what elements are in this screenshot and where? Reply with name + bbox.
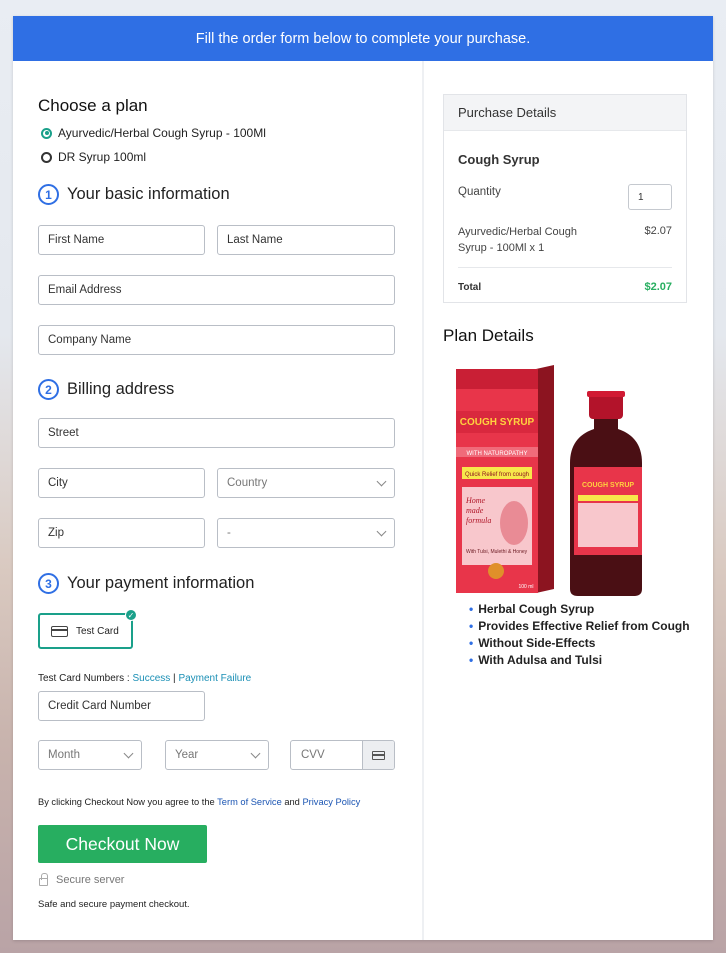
line-item-line-2: Syrup - 100Ml x 1 <box>458 242 545 254</box>
step-number: 2 <box>38 379 59 400</box>
box-relief-text: Quick Relief from cough <box>465 472 529 478</box>
state-select-value: - <box>227 527 231 539</box>
line-item-price: $2.07 <box>644 225 672 237</box>
checkout-button[interactable]: Checkout Now <box>38 825 207 863</box>
total-value: $2.07 <box>644 281 672 293</box>
year-select-value: Year <box>175 749 199 761</box>
secure-checkout-note: Safe and secure payment checkout. <box>38 899 190 910</box>
street-field[interactable]: Street <box>38 418 395 448</box>
step-title: Your payment information <box>67 574 255 592</box>
credit-card-number-field[interactable]: Credit Card Number <box>38 691 205 721</box>
product-name: Cough Syrup <box>458 152 540 167</box>
email-field[interactable]: Email Address <box>38 275 395 305</box>
radio-unselected-icon[interactable] <box>41 151 52 163</box>
line-item-description: Ayurvedic/Herbal Cough Syrup - 100Ml x 1 <box>458 224 577 256</box>
box-tagline-text: WITH NATUROPATHY <box>467 451 528 457</box>
feature-item: Herbal Cough Syrup <box>469 600 690 617</box>
radio-selected-icon[interactable] <box>41 127 52 139</box>
test-card-numbers-label: Test Card Numbers : <box>38 673 133 684</box>
last-name-field[interactable]: Last Name <box>217 225 395 255</box>
step-title: Billing address <box>67 380 175 398</box>
chevron-down-icon <box>376 476 387 487</box>
top-banner: Fill the order form below to complete yo… <box>13 16 713 61</box>
terms-and: and <box>281 797 303 807</box>
cvv-field[interactable]: CVV <box>290 740 395 770</box>
plan-option-dr-syrup[interactable]: DR Syrup 100ml <box>41 150 146 164</box>
product-image: COUGH SYRUP WITH NATUROPATHY Quick Relie… <box>456 363 646 596</box>
lock-icon <box>39 872 48 886</box>
country-select[interactable]: Country <box>217 468 395 498</box>
country-select-value: Country <box>227 477 268 489</box>
plan-features-list: Herbal Cough Syrup Provides Effective Re… <box>469 600 690 668</box>
plan-option-label: DR Syrup 100ml <box>58 150 147 164</box>
plan-details-heading: Plan Details <box>443 326 534 345</box>
first-name-field[interactable]: First Name <box>38 225 205 255</box>
month-select[interactable]: Month <box>38 740 142 770</box>
chevron-down-icon <box>250 748 261 759</box>
step-number: 3 <box>38 573 59 594</box>
cvv-card-icon <box>362 741 394 769</box>
secure-server-note: Secure server <box>39 872 125 886</box>
step-basic-info: 1 Your basic information <box>38 184 230 205</box>
choose-plan-heading: Choose a plan <box>38 96 148 115</box>
terms-prefix: By clicking Checkout Now you agree to th… <box>38 797 218 807</box>
purchase-details-panel: Purchase Details Cough Syrup Quantity 1 … <box>443 94 687 303</box>
zip-field[interactable]: Zip <box>38 518 205 548</box>
feature-item: Without Side-Effects <box>469 634 690 651</box>
box-brand-text: COUGH SYRUP <box>460 417 535 428</box>
checkmark-icon: ✓ <box>125 609 137 621</box>
feature-item: Provides Effective Relief from Cough <box>469 617 689 634</box>
feature-item: With Adulsa and Tulsi <box>469 651 690 668</box>
terms-text: By clicking Checkout Now you agree to th… <box>38 797 360 807</box>
box-volume-text: 100 ml <box>518 584 533 590</box>
month-select-value: Month <box>48 749 80 761</box>
test-card-option[interactable]: Test Card ✓ <box>38 609 137 649</box>
privacy-policy-link[interactable]: Privacy Policy <box>302 797 360 807</box>
payment-failure-link[interactable]: Payment Failure <box>178 673 251 684</box>
quantity-label: Quantity <box>458 186 501 198</box>
bottle-brand-text: COUGH SYRUP <box>582 482 634 489</box>
credit-card-icon <box>51 625 68 637</box>
chevron-down-icon <box>376 526 387 537</box>
step-payment: 3 Your payment information <box>38 573 254 594</box>
city-field[interactable]: City <box>38 468 205 498</box>
cvv-placeholder: CVV <box>301 749 325 761</box>
total-divider <box>458 267 672 268</box>
state-select[interactable]: - <box>217 518 395 548</box>
chevron-down-icon <box>123 748 134 759</box>
box-formula-line-1: Home <box>465 496 486 505</box>
box-ingredients-text: With Tulsi, Mulethi & Honey <box>466 549 528 555</box>
year-select[interactable]: Year <box>165 740 269 770</box>
total-label: Total <box>458 282 482 293</box>
purchase-details-header: Purchase Details <box>444 95 686 131</box>
success-link[interactable]: Success <box>132 673 170 684</box>
box-formula-line-2: made <box>466 506 484 515</box>
line-item-line-1: Ayurvedic/Herbal Cough <box>458 226 578 238</box>
order-form-card: Fill the order form below to complete yo… <box>13 16 713 940</box>
test-card-numbers: Test Card Numbers : Success | Payment Fa… <box>38 673 251 684</box>
plan-option-label: Ayurvedic/Herbal Cough Syrup - 100Ml <box>58 126 266 140</box>
plan-option-herbal-syrup[interactable]: Ayurvedic/Herbal Cough Syrup - 100Ml <box>41 126 266 140</box>
secure-server-label: Secure server <box>56 874 125 886</box>
quantity-input[interactable]: 1 <box>628 184 672 210</box>
terms-of-service-link[interactable]: Term of Service <box>217 797 282 807</box>
company-field[interactable]: Company Name <box>38 325 395 355</box>
step-number: 1 <box>38 184 59 205</box>
test-card-label: Test Card <box>76 625 119 637</box>
step-title: Your basic information <box>67 185 230 203</box>
box-formula-line-3: formula <box>466 516 491 525</box>
step-billing: 2 Billing address <box>38 379 174 400</box>
column-divider <box>422 61 424 940</box>
